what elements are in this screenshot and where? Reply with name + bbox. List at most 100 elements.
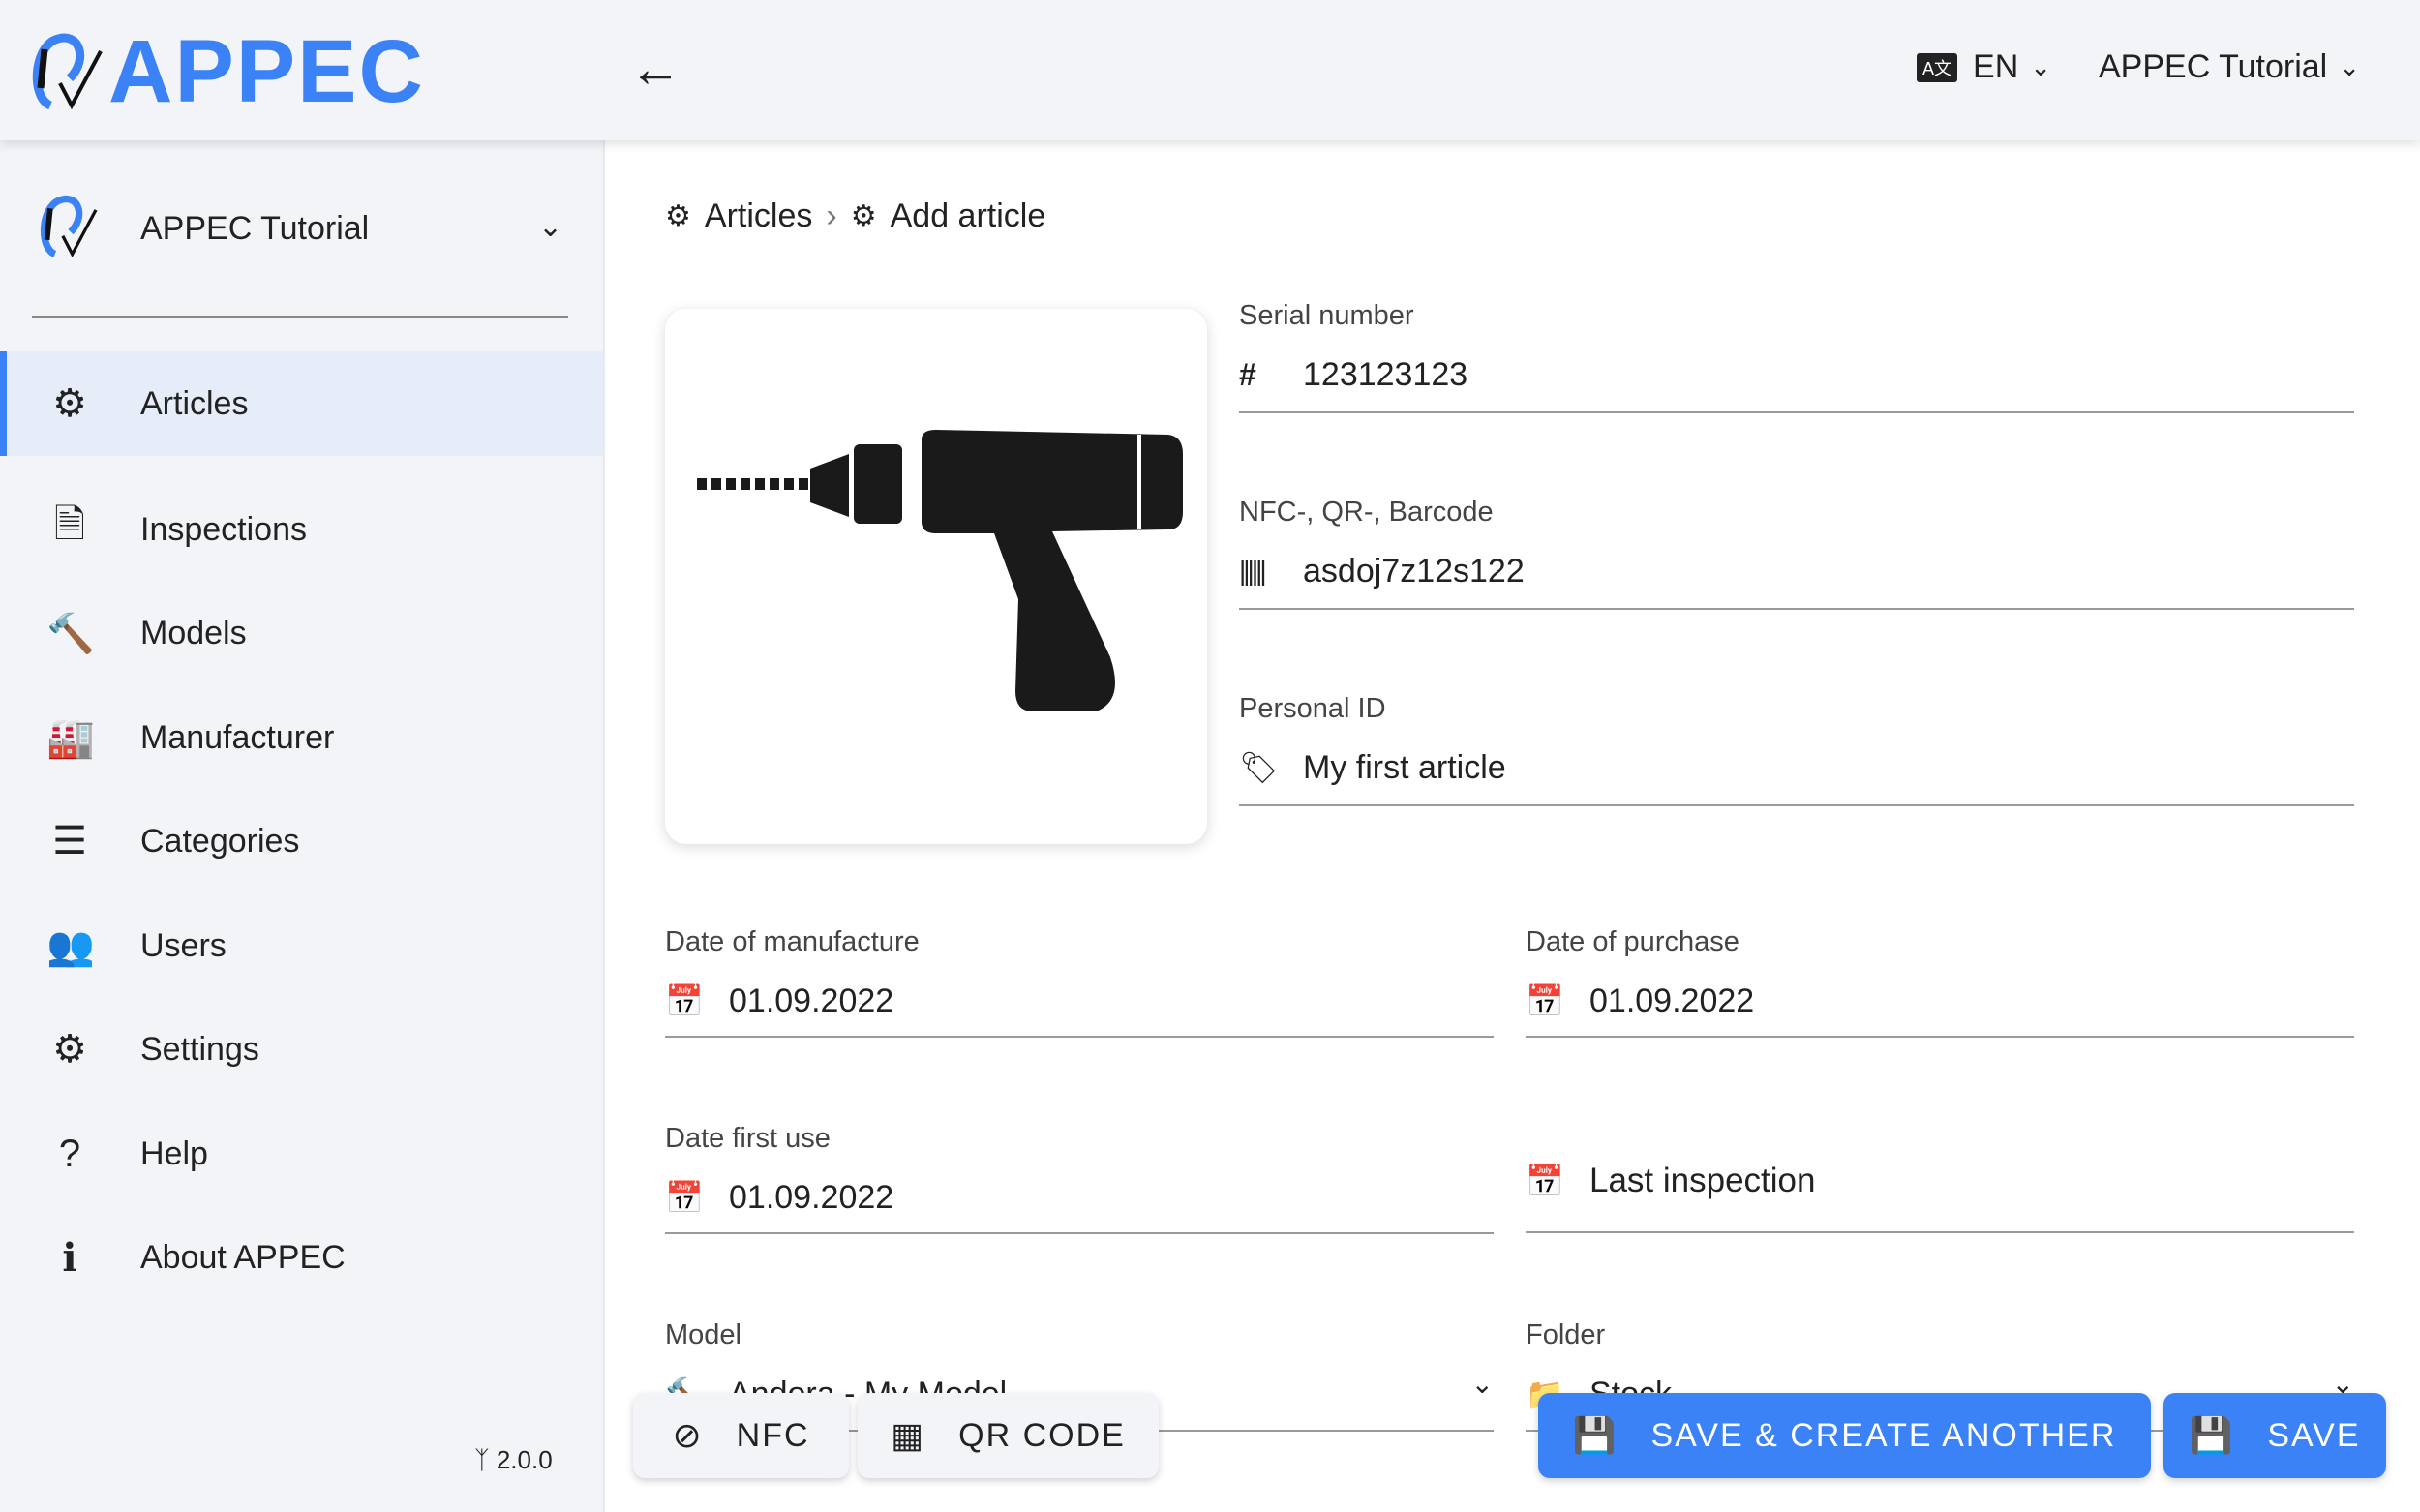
button-label: QR CODE: [958, 1416, 1126, 1454]
top-bar: APPEC ← A文 EN ⌄ APPEC Tutorial ⌄: [0, 0, 2420, 140]
breadcrumb: ⚙ Articles › ⚙ Add article: [665, 197, 1045, 235]
sidebar-item-inspections[interactable]: 🗎 Inspections: [0, 477, 603, 582]
breadcrumb-current: Add article: [890, 197, 1046, 234]
translate-icon: A文: [1917, 52, 1958, 82]
calendar-icon: 📅: [665, 1180, 704, 1215]
qr-code-icon: ▦: [891, 1415, 926, 1455]
sidebar-item-settings[interactable]: ⚙ Settings: [0, 997, 603, 1102]
field-underline: [1526, 1231, 2354, 1233]
button-label: SAVE & CREATE ANOTHER: [1650, 1416, 2117, 1454]
article-image[interactable]: [665, 309, 1207, 844]
field-label: Folder: [1526, 1319, 1606, 1350]
field-label: Model: [665, 1319, 741, 1350]
carabiner-logo-icon: [32, 33, 103, 110]
save-icon: 💾: [2189, 1415, 2235, 1455]
last-inspection-input[interactable]: Last inspection: [1589, 1162, 1815, 1200]
divider: [32, 316, 568, 318]
version-label: 2.0.0: [496, 1445, 553, 1474]
date-first-use-field[interactable]: Date first use 📅 01.09.2022: [665, 1123, 1494, 1234]
field-underline: [1239, 411, 2354, 413]
sidebar-item-label: Settings: [140, 1030, 259, 1068]
date-purchase-input[interactable]: 01.09.2022: [1589, 983, 1754, 1020]
version-info: ᛉ 2.0.0: [474, 1445, 553, 1475]
sidebar-item-label: Models: [140, 614, 247, 651]
calendar-check-icon: 📅: [1526, 1164, 1564, 1198]
field-label: Date first use: [665, 1123, 831, 1154]
carabiner-helmet-icon: ⚙: [52, 382, 87, 425]
chevron-down-icon: ⌄: [1470, 1369, 1494, 1399]
sidebar-item-users[interactable]: 👥 Users: [0, 893, 603, 998]
users-icon: 👥: [46, 924, 95, 968]
sidebar-item-label: Categories: [140, 822, 300, 860]
save-and-create-another-button[interactable]: 💾 SAVE & CREATE ANOTHER: [1538, 1393, 2151, 1478]
question-icon: ?: [58, 1132, 81, 1175]
list-icon: ☰: [52, 820, 87, 862]
sidebar-item-models[interactable]: 🔨 Models: [0, 581, 603, 685]
account-label: APPEC Tutorial: [2099, 48, 2328, 85]
articles-icon: ⚙: [665, 200, 691, 232]
calendar-icon: 📅: [665, 983, 704, 1018]
date-purchase-field[interactable]: Date of purchase 📅 01.09.2022: [1526, 926, 2354, 1038]
breadcrumb-articles[interactable]: Articles: [705, 197, 812, 235]
language-selector[interactable]: A文 EN ⌄: [1917, 48, 2051, 86]
sidebar: APPEC Tutorial ⌄ ⚙ Articles 🗎 Inspections …: [0, 140, 605, 1512]
app-logo[interactable]: APPEC: [31, 27, 425, 116]
barcode-icon: ||||||: [1239, 556, 1267, 586]
gear-icon: ⚙: [52, 1028, 87, 1071]
calendar-dollar-icon: 📅: [1526, 983, 1564, 1018]
sidebar-item-manufacturer[interactable]: 🏭 Manufacturer: [0, 685, 603, 790]
sidebar-item-label: Help: [140, 1134, 208, 1172]
back-arrow-icon[interactable]: ←: [629, 39, 681, 99]
date-first-use-input[interactable]: 01.09.2022: [729, 1179, 893, 1217]
sidebar-item-categories[interactable]: ☰ Categories: [0, 789, 603, 893]
save-button[interactable]: 💾 SAVE: [2163, 1393, 2386, 1478]
document-icon: 🗎: [53, 503, 86, 546]
qr-code-button[interactable]: ▦ QR CODE: [858, 1393, 1159, 1478]
field-underline: [665, 1036, 1494, 1038]
branch-icon: ᛉ: [474, 1445, 497, 1474]
org-name: APPEC Tutorial: [140, 210, 370, 247]
chevron-down-icon: ⌄: [538, 211, 563, 243]
logo-text: APPEC: [108, 22, 425, 121]
field-label: Serial number: [1239, 300, 1414, 331]
personal-id-input[interactable]: My first article: [1303, 749, 1506, 787]
sidebar-item-label: Articles: [140, 384, 249, 422]
save-plus-icon: 💾: [1572, 1415, 1618, 1455]
chevron-down-icon: ⌄: [2030, 52, 2052, 81]
account-menu[interactable]: APPEC Tutorial ⌄: [2099, 48, 2360, 86]
chevron-down-icon: ⌄: [2339, 52, 2361, 81]
sidebar-item-articles[interactable]: ⚙ Articles: [0, 351, 603, 456]
nfc-icon: ⊘: [672, 1415, 704, 1455]
sidebar-item-label: Inspections: [140, 510, 307, 548]
field-label: Personal ID: [1239, 693, 1386, 724]
add-article-icon: ⚙: [850, 200, 877, 232]
field-label: NFC-, QR-, Barcode: [1239, 497, 1494, 528]
language-label: EN: [1973, 48, 2019, 85]
field-underline: [1239, 804, 2354, 806]
organization-selector[interactable]: APPEC Tutorial ⌄: [0, 179, 603, 276]
field-label: Date of purchase: [1526, 926, 1739, 957]
sidebar-item-label: About APPEC: [140, 1238, 346, 1276]
sidebar-item-help[interactable]: ? Help: [0, 1102, 603, 1206]
field-underline: [665, 1232, 1494, 1234]
date-manufacture-field[interactable]: Date of manufacture 📅 01.09.2022: [665, 926, 1494, 1038]
serial-number-field[interactable]: Serial number #123123123: [1239, 300, 2354, 413]
tag-icon: 🏷: [1239, 750, 1279, 785]
nfc-button[interactable]: ⊘ NFC: [633, 1393, 849, 1478]
personal-id-field[interactable]: Personal ID 🏷 My first article: [1239, 693, 2354, 806]
button-label: NFC: [736, 1416, 810, 1454]
chevron-right-icon: ›: [826, 197, 837, 234]
code-input[interactable]: asdoj7z12s122: [1303, 553, 1525, 590]
code-field[interactable]: NFC-, QR-, Barcode |||||| asdoj7z12s122: [1239, 497, 2354, 610]
drill-icon: [697, 430, 1183, 711]
field-underline: [1239, 608, 2354, 610]
field-underline: [1526, 1036, 2354, 1038]
button-label: SAVE: [2267, 1416, 2361, 1454]
sidebar-item-about[interactable]: i About APPEC: [0, 1205, 603, 1310]
org-logo-icon: [40, 195, 98, 257]
last-inspection-field[interactable]: 📅 Last inspection: [1526, 1160, 2354, 1233]
serial-number-input[interactable]: 123123123: [1303, 356, 1467, 394]
sidebar-item-label: Manufacturer: [140, 718, 335, 756]
info-icon: i: [62, 1234, 77, 1281]
date-manufacture-input[interactable]: 01.09.2022: [729, 983, 893, 1020]
